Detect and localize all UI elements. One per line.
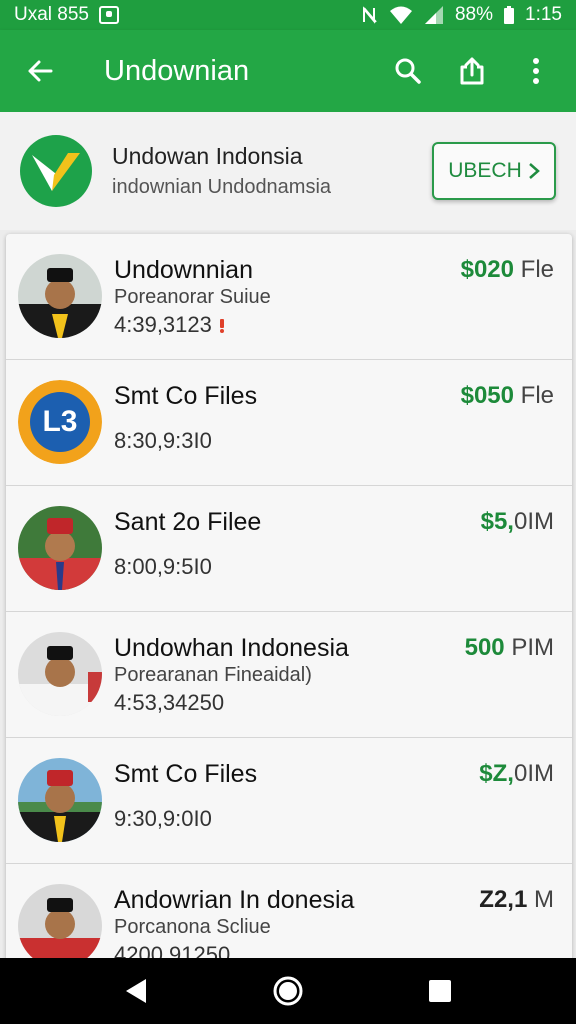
nav-recents-button[interactable] — [415, 966, 465, 1016]
list-item[interactable]: Smt Co Files 9:30,9:0I0 $Z,0IM — [6, 738, 572, 864]
nav-back-icon — [126, 979, 146, 1003]
item-subtitle: Poreanorar Suiue — [114, 286, 271, 308]
signal-icon — [424, 6, 443, 24]
item-amount-unit: PIM — [511, 634, 554, 661]
alert-icon — [220, 319, 224, 334]
brand-header: Undowan Indonsia indownian Undodnamsia U… — [0, 112, 576, 230]
nav-back-button[interactable] — [111, 966, 161, 1016]
item-amount: 500 PIM — [464, 634, 554, 661]
avatar — [18, 506, 102, 590]
chevron-right-icon — [528, 163, 540, 179]
avatar — [18, 884, 102, 964]
item-amount-unit: Fle — [520, 382, 554, 409]
battery-label: 88% — [454, 4, 494, 25]
file-list: Undownnian Poreanorar Suiue 4:39,3123 $0… — [6, 234, 572, 964]
brand-name: Undowan Indonsia — [112, 143, 303, 169]
app-bar: Undownian — [0, 30, 576, 112]
item-title: Undownnian — [114, 256, 253, 284]
cta-label: UBECH — [448, 159, 522, 182]
item-title: Andowrian In donesia — [114, 886, 355, 914]
brand-subtitle: indownian Undodnamsia — [112, 176, 332, 198]
item-time: 9:30,9:0I0 — [114, 806, 212, 831]
back-button[interactable] — [18, 49, 62, 93]
item-subtitle: Porcanona Scliue — [114, 916, 271, 938]
app-title: Undownian — [104, 54, 250, 87]
list-item[interactable]: L3 Smt Co Files 8:30,9:3I0 $050 Fle — [6, 360, 572, 486]
checkmark-logo-icon — [32, 153, 80, 191]
battery-icon — [504, 6, 515, 24]
notification-icon — [99, 6, 119, 24]
avatar — [18, 254, 102, 338]
more-options-button[interactable] — [514, 49, 558, 93]
item-title: Sant 2o Filee — [114, 508, 262, 536]
item-amount-unit: M — [534, 886, 554, 913]
item-amount: Z2,1 M — [479, 886, 554, 913]
item-amount: $Z,0IM — [479, 760, 554, 787]
cta-button[interactable]: UBECH — [432, 142, 556, 200]
list-item[interactable]: Andowrian In donesia Porcanona Scliue 42… — [6, 864, 572, 964]
item-title: Smt Co Files — [114, 760, 258, 788]
carrier-label: Uxal 855 — [14, 4, 89, 25]
item-title: Smt Co Files — [114, 382, 258, 410]
item-time: 8:30,9:3I0 — [114, 428, 212, 453]
brand-logo — [20, 135, 92, 207]
item-time: 4:53,34250 — [114, 690, 225, 715]
nav-home-icon — [273, 976, 303, 1006]
item-amount: $020 Fle — [460, 256, 554, 283]
list-item[interactable]: Sant 2o Filee 8:00,9:5I0 $5,0IM — [6, 486, 572, 612]
item-amount-unit: 0IM — [513, 508, 554, 535]
item-time: 8:00,9:5I0 — [114, 554, 212, 579]
search-button[interactable] — [386, 49, 430, 93]
item-amount: $5,0IM — [480, 508, 554, 535]
arrow-left-icon — [28, 60, 53, 82]
item-subtitle: Porearanan Fineaidal) — [114, 664, 312, 686]
list-item[interactable]: Undownnian Poreanorar Suiue 4:39,3123 $0… — [6, 234, 572, 360]
avatar — [18, 758, 102, 842]
status-bar: Uxal 855 88% 1:15 — [0, 0, 576, 30]
clock: 1:15 — [525, 4, 562, 25]
system-nav-bar — [0, 958, 576, 1024]
wifi-icon — [389, 6, 412, 24]
avatar-badge-text: L3 — [42, 405, 78, 438]
item-amount: $050 Fle — [460, 382, 554, 409]
nav-recents-icon — [429, 980, 451, 1002]
list-item[interactable]: Undowhan Indonesia Porearanan Fineaidal)… — [6, 612, 572, 738]
item-time: 4:39,3123 — [114, 312, 226, 338]
item-title: Undowhan Indonesia — [114, 634, 349, 662]
badge-avatar: L3 — [18, 380, 102, 464]
more-vert-icon — [533, 58, 539, 84]
item-amount-unit: 0IM — [513, 760, 554, 787]
search-icon — [395, 58, 421, 84]
item-amount-unit: Fle — [520, 256, 554, 283]
share-icon — [460, 57, 484, 85]
share-button[interactable] — [450, 49, 494, 93]
nav-home-button[interactable] — [263, 966, 313, 1016]
avatar — [18, 632, 102, 716]
nfc-off-icon — [362, 6, 377, 24]
